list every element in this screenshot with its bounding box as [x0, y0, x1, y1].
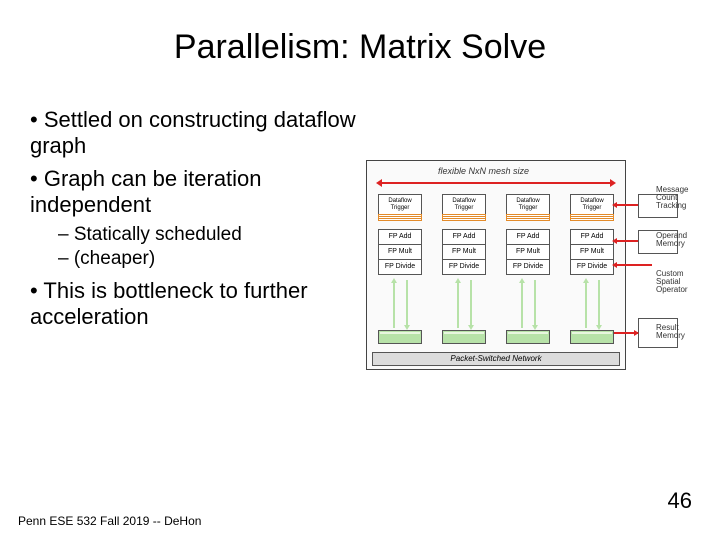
- arrow-up-icon: [391, 278, 397, 283]
- connector-icon: [521, 280, 523, 328]
- page-number: 46: [668, 488, 692, 514]
- fp-div-box: FP Divide: [506, 259, 550, 275]
- operand-mem-label: Operand Memory: [656, 232, 706, 248]
- mesh-size-label: flexible NxN mesh size: [438, 166, 529, 176]
- slide: Parallelism: Matrix Solve Settled on con…: [0, 0, 720, 540]
- fp-mult-box: FP Mult: [506, 244, 550, 260]
- mesh-arrow-icon: [376, 180, 616, 186]
- arrow-up-icon: [519, 278, 525, 283]
- buffer-icon: [378, 215, 422, 225]
- connector-icon: [585, 280, 587, 328]
- connector-icon: [534, 280, 536, 328]
- network-label: Packet-Switched Network: [372, 352, 620, 366]
- bullet-2-sub-1: Statically scheduled: [58, 223, 386, 248]
- bullet-2: Graph can be iteration independent Stati…: [30, 166, 386, 272]
- trigger-box: Dataflow Trigger: [442, 194, 486, 216]
- connector-icon: [470, 280, 472, 328]
- custom-op-label: Custom Spatial Operator: [656, 270, 706, 294]
- fp-add-box: FP Add: [506, 229, 550, 245]
- arrow-up-icon: [455, 278, 461, 283]
- pe-column-4: Dataflow Trigger FP Add FP Mult FP Divid…: [570, 194, 616, 275]
- bullet-1: Settled on constructing dataflow graph: [30, 107, 386, 160]
- router-icon: [570, 330, 614, 344]
- bullet-3: This is bottleneck to further accelerati…: [30, 278, 386, 331]
- arrow-left-icon: [612, 262, 617, 268]
- pe-column-1: Dataflow Trigger FP Add FP Mult FP Divid…: [378, 194, 424, 275]
- router-icon: [442, 330, 486, 344]
- connector-icon: [614, 264, 652, 266]
- bullet-column: Settled on constructing dataflow graph G…: [30, 107, 386, 337]
- fp-mult-box: FP Mult: [570, 244, 614, 260]
- trigger-box: Dataflow Trigger: [378, 194, 422, 216]
- fp-add-box: FP Add: [378, 229, 422, 245]
- msg-track-label: Message Count Tracking: [656, 186, 706, 210]
- buffer-icon: [506, 215, 550, 225]
- trigger-box: Dataflow Trigger: [570, 194, 614, 216]
- router-icon: [506, 330, 550, 344]
- fp-div-box: FP Divide: [442, 259, 486, 275]
- architecture-figure: flexible NxN mesh size Dataflow Trigger …: [366, 160, 706, 400]
- connector-icon: [614, 240, 638, 242]
- fp-div-box: FP Divide: [378, 259, 422, 275]
- arrow-left-icon: [612, 202, 617, 208]
- fp-div-box: FP Divide: [570, 259, 614, 275]
- connector-icon: [393, 280, 395, 328]
- slide-title: Parallelism: Matrix Solve: [30, 28, 690, 67]
- bullet-2-text: Graph can be iteration independent: [30, 166, 262, 217]
- connector-icon: [406, 280, 408, 328]
- router-icon: [378, 330, 422, 344]
- arrow-left-icon: [612, 238, 617, 244]
- fp-add-box: FP Add: [442, 229, 486, 245]
- bullet-2-sub-2: (cheaper): [58, 247, 386, 272]
- arrow-right-icon: [634, 330, 639, 336]
- connector-icon: [457, 280, 459, 328]
- arrow-up-icon: [583, 278, 589, 283]
- buffer-icon: [442, 215, 486, 225]
- fp-add-box: FP Add: [570, 229, 614, 245]
- fp-mult-box: FP Mult: [442, 244, 486, 260]
- result-mem-label: Result Memory: [656, 324, 706, 340]
- pe-column-2: Dataflow Trigger FP Add FP Mult FP Divid…: [442, 194, 488, 275]
- fp-mult-box: FP Mult: [378, 244, 422, 260]
- connector-icon: [598, 280, 600, 328]
- pe-column-3: Dataflow Trigger FP Add FP Mult FP Divid…: [506, 194, 552, 275]
- trigger-box: Dataflow Trigger: [506, 194, 550, 216]
- connector-icon: [614, 204, 638, 206]
- footer-text: Penn ESE 532 Fall 2019 -- DeHon: [18, 514, 201, 528]
- buffer-icon: [570, 215, 614, 225]
